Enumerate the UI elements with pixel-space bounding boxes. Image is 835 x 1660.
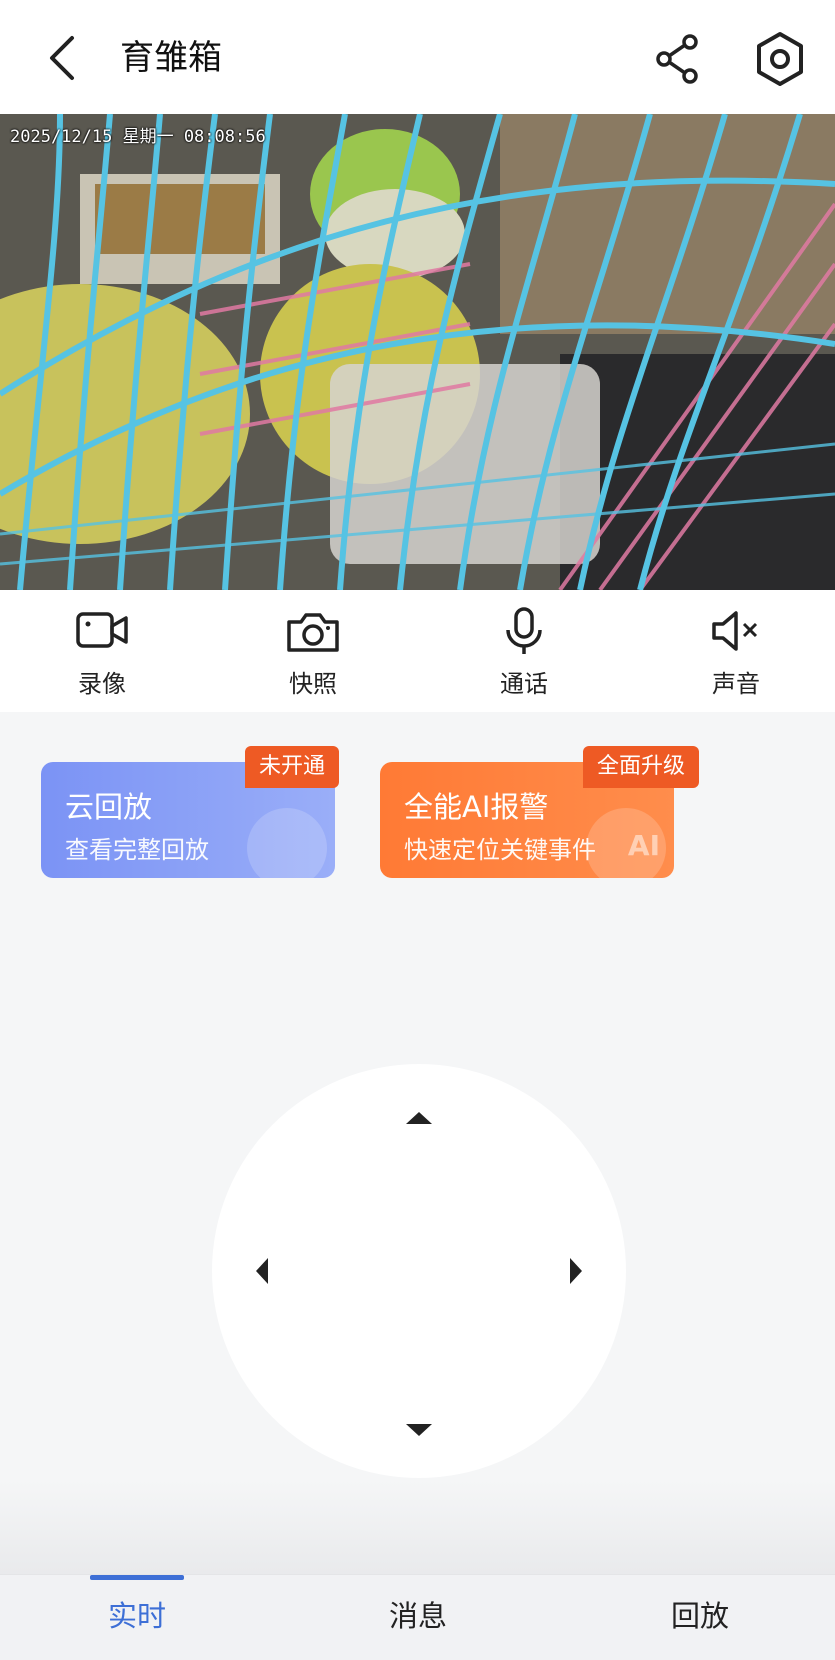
video-record-icon [76, 612, 128, 648]
microphone-icon [506, 607, 542, 654]
ai-card-title: 全能AI报警 [404, 790, 549, 824]
ptz-up-button[interactable] [399, 1099, 439, 1139]
settings-icon [757, 32, 803, 86]
arrow-left-icon [256, 1258, 268, 1284]
back-button[interactable] [40, 30, 90, 86]
bottom-fade [0, 1480, 835, 1574]
record-button[interactable]: 录像 [42, 606, 162, 706]
ai-deco-text: AI [627, 829, 660, 862]
tab-live[interactable]: 实时 [57, 1575, 217, 1660]
top-bar: 育雏箱 [0, 0, 835, 114]
speaker-muted-icon [712, 611, 758, 651]
cloud-icon [247, 808, 327, 878]
cloud-card-title: 云回放 [65, 790, 153, 824]
video-timestamp: 2025/12/15 星期一 08:08:56 [10, 127, 266, 147]
share-icon [656, 34, 698, 84]
ptz-direction-pad[interactable] [212, 1064, 626, 1478]
record-label: 录像 [78, 670, 126, 698]
bottom-tab-bar: 实时 消息 回放 [0, 1574, 835, 1660]
camera-controls: 录像 快照 通话 声音 [0, 590, 835, 712]
cloud-status-badge: 未开通 [245, 746, 340, 788]
page-title: 育雏箱 [120, 38, 222, 78]
sound-button[interactable]: 声音 [676, 606, 796, 706]
tab-playback[interactable]: 回放 [620, 1575, 780, 1660]
settings-button[interactable] [752, 30, 808, 88]
chevron-left-icon [50, 36, 74, 80]
camera-feed-image [0, 114, 835, 590]
snapshot-label: 快照 [289, 670, 337, 698]
arrow-right-icon [570, 1258, 582, 1284]
ptz-right-button[interactable] [556, 1251, 596, 1291]
camera-icon [287, 613, 339, 652]
talk-button[interactable]: 通话 [464, 606, 584, 706]
ptz-left-button[interactable] [242, 1251, 282, 1291]
ai-card-subtitle: 快速定位关键事件 [404, 836, 596, 864]
sound-label: 声音 [712, 670, 760, 698]
talk-label: 通话 [500, 670, 548, 698]
ptz-down-button[interactable] [399, 1409, 439, 1449]
tab-messages[interactable]: 消息 [338, 1575, 498, 1660]
arrow-down-icon [406, 1424, 432, 1436]
ai-upgrade-badge: 全面升级 [583, 746, 700, 788]
camera-live-view[interactable]: 2025/12/15 星期一 08:08:56 [0, 114, 835, 590]
cloud-card-subtitle: 查看完整回放 [65, 836, 209, 864]
share-button[interactable] [652, 32, 702, 86]
snapshot-button[interactable]: 快照 [253, 606, 373, 706]
arrow-up-icon [406, 1112, 432, 1124]
